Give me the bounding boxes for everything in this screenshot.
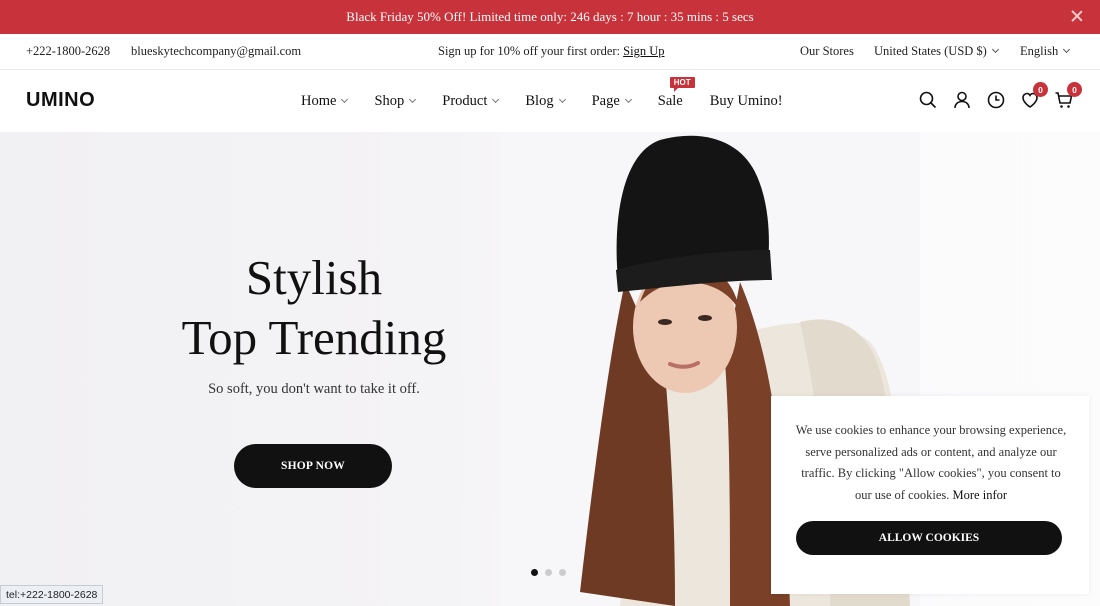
chevron-down-icon [624,95,632,104]
cookie-message: We use cookies to enhance your browsing … [793,420,1069,506]
main-nav: Home Shop Product Blog Page HOT Sale Buy … [301,77,810,110]
main-header: UMINO Home Shop Product Blog Page HOT Sal… [0,70,1100,132]
chevron-down-icon [492,95,500,104]
currency-selector[interactable]: United States (USD $) [874,44,999,59]
cookie-consent-popup: We use cookies to enhance your browsing … [771,396,1089,594]
language-label: English [1020,44,1059,58]
signup-promo: Sign up for 10% off your first order: Si… [438,44,664,59]
wishlist-count-badge: 0 [1033,82,1048,97]
nav-label: Home [301,93,337,109]
hero-title: Stylish Top Trending [164,248,464,368]
hero-title-line1: Stylish [245,250,383,305]
cart-button[interactable]: 0 [1054,82,1082,110]
allow-cookies-button[interactable]: ALLOW COOKIES [796,521,1062,555]
nav-item-buy-umino[interactable]: Buy Umino! [710,93,783,110]
nav-item-sale[interactable]: HOT Sale [657,77,695,110]
nav-label: Product [442,93,488,109]
announcement-bar: Black Friday 50% Off! Limited time only:… [0,0,1100,34]
nav-item-shop[interactable]: Shop [374,93,417,110]
nav-label: Page [591,93,620,109]
nav-label: Shop [374,93,405,109]
hero-subtitle: So soft, you don't want to take it off. [208,381,420,397]
chevron-down-icon [991,45,999,54]
logo[interactable]: UMINO [26,89,95,112]
currency-label: United States (USD $) [874,44,987,58]
nav-item-home[interactable]: Home [301,93,349,110]
chevron-down-icon [1063,45,1071,54]
chevron-down-icon [409,95,417,104]
phone-link[interactable]: +222-1800-2628 [26,44,110,59]
nav-item-blog[interactable]: Blog [525,93,566,110]
slider-dot[interactable] [559,569,566,576]
nav-label: Blog [525,93,554,109]
nav-label: Buy Umino! [709,93,783,109]
header-icons: 0 0 [918,82,1082,110]
shop-now-button[interactable]: SHOP NOW [234,444,392,488]
cookie-text: We use cookies to enhance your browsing … [795,423,1067,502]
slider-dot[interactable] [531,569,538,576]
email-link[interactable]: blueskytechcompany@gmail.com [131,44,301,59]
link-status-tooltip: tel:+222-1800-2628 [0,585,104,604]
signup-promo-text: Sign up for 10% off your first order: [438,44,624,58]
wishlist-button[interactable]: 0 [1020,82,1048,110]
more-info-link[interactable]: More infor [953,488,1008,502]
chevron-down-icon [558,95,566,104]
nav-item-product[interactable]: Product [442,93,500,110]
clock-icon[interactable] [986,90,1006,110]
slider-dots [531,569,566,576]
chevron-down-icon [341,95,349,104]
top-info-bar: +222-1800-2628 blueskytechcompany@gmail.… [0,34,1100,70]
language-selector[interactable]: English [1020,44,1071,59]
signup-link[interactable]: Sign Up [623,44,664,58]
nav-label: Sale [657,93,683,109]
cart-count-badge: 0 [1067,82,1082,97]
search-icon[interactable] [918,90,938,110]
hero-title-line2: Top Trending [181,310,447,365]
our-stores-link[interactable]: Our Stores [800,44,854,59]
hot-badge: HOT [669,77,695,92]
nav-item-page[interactable]: Page [591,93,632,110]
slider-dot[interactable] [545,569,552,576]
user-icon[interactable] [952,90,972,110]
close-icon[interactable] [1068,7,1086,25]
announcement-text: Black Friday 50% Off! Limited time only:… [346,9,754,24]
